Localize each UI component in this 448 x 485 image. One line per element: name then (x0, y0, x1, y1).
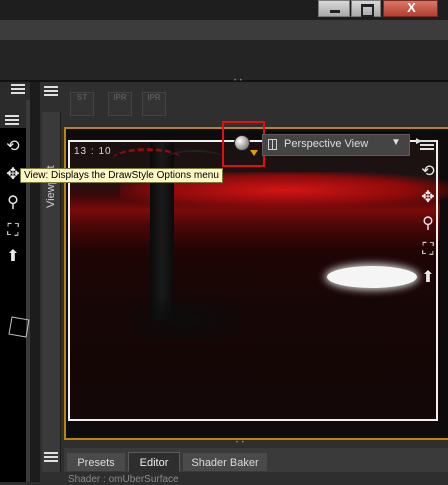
tab-presets[interactable]: Presets (66, 452, 126, 472)
zoom-icon[interactable]: ⚲ (418, 214, 438, 234)
tooltip: View: Displays the DrawStyle Options men… (20, 168, 223, 183)
chevron-down-icon: ▼ (391, 137, 401, 148)
ipr-icon[interactable]: IPR (108, 92, 132, 116)
camera-label: Perspective View (284, 138, 369, 150)
highlight-box (222, 121, 265, 167)
ipr-render-icon[interactable]: IPR (142, 92, 166, 116)
zoom-icon[interactable]: ⚲ (2, 192, 24, 214)
panel-separator[interactable] (30, 82, 40, 482)
frame-icon[interactable]: ⛶ (418, 240, 438, 260)
pan-icon[interactable]: ✥ (418, 188, 438, 208)
cube-icon[interactable] (8, 316, 30, 338)
shader-label: Shader : omUberSurface (68, 474, 179, 485)
viewport-tab-label: Viewport (45, 165, 57, 208)
panel-menu-icon[interactable] (5, 115, 21, 129)
timecode: 13 : 10 (74, 146, 112, 157)
orbit-icon[interactable]: ⟲ (2, 136, 24, 158)
camera-icon (268, 139, 277, 150)
close-icon: X (407, 0, 416, 15)
toolbar-band (0, 40, 448, 80)
frame-icon[interactable]: ⛶ (2, 220, 24, 242)
panel-menu-icon[interactable] (44, 86, 60, 100)
tab-editor[interactable]: Editor (128, 452, 180, 472)
reset-view-icon[interactable]: ⬆ (2, 246, 24, 268)
minimize-button[interactable] (318, 0, 350, 17)
panel-menu-icon[interactable] (44, 452, 60, 466)
orbit-icon[interactable]: ⟲ (418, 162, 438, 182)
render-toolbar: ST IPR IPR (70, 92, 180, 120)
viewport-menu-icon[interactable] (420, 140, 436, 152)
menu-band (0, 20, 448, 40)
reset-view-icon[interactable]: ⬆ (418, 268, 438, 288)
render-settings-icon[interactable]: ST (70, 92, 94, 116)
close-button[interactable]: X (383, 0, 438, 17)
window-controls: X (318, 0, 448, 18)
panel-menu-icon[interactable] (11, 84, 27, 98)
tab-shader-baker[interactable]: Shader Baker (182, 452, 268, 472)
resize-grip-icon[interactable]: • • (236, 440, 245, 446)
maximize-button[interactable] (351, 0, 381, 17)
